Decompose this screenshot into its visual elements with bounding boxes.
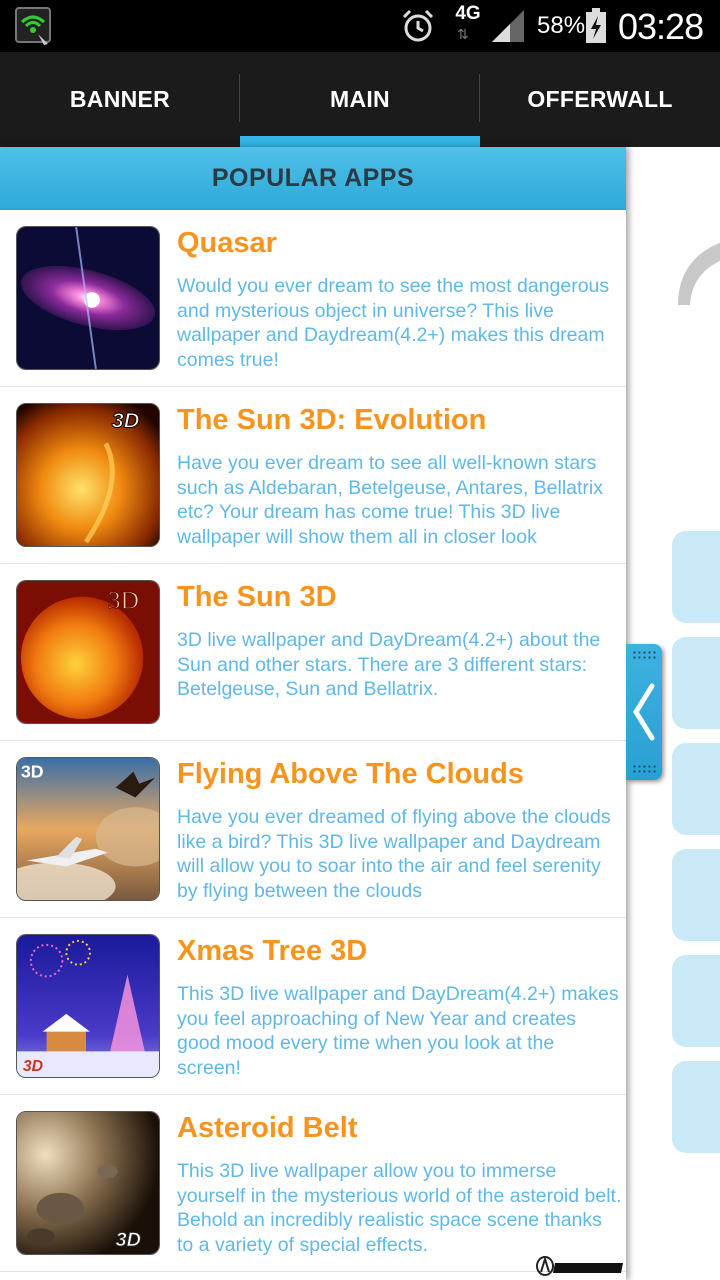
three-d-badge: 3D <box>116 1229 141 1251</box>
three-d-badge: 3D <box>23 1058 43 1075</box>
clock: 03:28 <box>618 6 704 47</box>
side-panel-button[interactable] <box>672 637 720 729</box>
app-title: Quasar <box>177 227 277 259</box>
active-tab-indicator <box>240 136 480 147</box>
tab-banner[interactable]: BANNER <box>0 52 240 147</box>
section-title: POPULAR APPS <box>211 163 415 192</box>
three-d-badge: 3D <box>108 586 139 615</box>
plane-icon: 3D <box>16 757 160 901</box>
tab-label: MAIN <box>330 86 390 112</box>
three-d-badge: 3D <box>112 408 140 433</box>
sun-icon: 3D <box>16 580 160 724</box>
app-description: This 3D live wallpaper and DayDream(4.2+… <box>177 983 619 1079</box>
popular-apps-panel[interactable]: POPULAR APPS Quasar Would you ever dream… <box>0 147 626 1280</box>
grip-dots <box>632 764 656 774</box>
tab-label: OFFERWALL <box>527 86 673 112</box>
side-panel-button[interactable] <box>672 531 720 623</box>
app-description: This 3D live wallpaper allow you to imme… <box>177 1160 622 1256</box>
section-header: POPULAR APPS <box>0 147 626 210</box>
sun-evolution-icon: 3D <box>16 403 160 547</box>
asteroid-icon: 3D <box>16 1111 160 1255</box>
status-bar: 4G ⇅ 58% 03:28 <box>0 0 720 52</box>
chevron-left-icon <box>633 683 655 741</box>
app-description: Have you ever dreamed of flying above th… <box>177 806 611 902</box>
tab-label: BANNER <box>69 86 171 112</box>
tab-main[interactable]: MAIN <box>240 52 480 147</box>
battery-charging-icon <box>586 8 606 43</box>
drawer-handle[interactable] <box>626 644 662 780</box>
network-type: 4G <box>455 3 481 24</box>
three-d-badge: 3D <box>21 762 44 782</box>
quasar-icon <box>16 226 160 370</box>
signal-icon <box>492 10 524 42</box>
app-list-item[interactable]: Quasar Would you ever dream to see the m… <box>0 210 626 387</box>
side-panel-button[interactable] <box>672 1061 720 1153</box>
watermark-logo <box>536 1255 623 1276</box>
grip-dots <box>632 650 656 660</box>
app-title: The Sun 3D <box>177 581 337 613</box>
side-panel-button[interactable] <box>672 743 720 835</box>
app-list-item[interactable]: 3D Flying Above The Clouds Have you ever… <box>0 741 626 918</box>
app-description: 3D live wallpaper and DayDream(4.2+) abo… <box>177 629 601 700</box>
app-title: The Sun 3D: Evolution <box>177 404 487 436</box>
screen: 4G ⇅ 58% 03:28 BANNER MAIN OFFERWALL POP… <box>0 0 720 1280</box>
side-panel-button[interactable] <box>672 955 720 1047</box>
side-panel-button[interactable] <box>672 849 720 941</box>
app-list-item[interactable]: 3D Xmas Tree 3D This 3D live wallpaper a… <box>0 918 626 1095</box>
app-description: Have you ever dream to see all well-know… <box>177 452 604 548</box>
tab-offerwall[interactable]: OFFERWALL <box>480 52 720 147</box>
app-title: Xmas Tree 3D <box>177 935 368 967</box>
app-description: Would you ever dream to see the most dan… <box>177 275 610 371</box>
app-title: Flying Above The Clouds <box>177 758 524 790</box>
app-list: Quasar Would you ever dream to see the m… <box>0 210 626 1272</box>
tab-bar: BANNER MAIN OFFERWALL <box>0 52 720 147</box>
app-title: Asteroid Belt <box>177 1112 358 1144</box>
battery-percent: 58% <box>537 12 586 39</box>
logo-icon <box>678 242 720 305</box>
wifi-icon <box>15 7 51 45</box>
alarm-icon <box>402 9 434 42</box>
data-arrows-icon: ⇅ <box>457 26 469 42</box>
app-list-item[interactable]: 3D Asteroid Belt This 3D live wallpaper … <box>0 1095 626 1272</box>
app-list-item[interactable]: 3D The Sun 3D: Evolution Have you ever d… <box>0 387 626 564</box>
xmas-tree-icon: 3D <box>16 934 160 1078</box>
app-list-item[interactable]: 3D The Sun 3D 3D live wallpaper and DayD… <box>0 564 626 741</box>
